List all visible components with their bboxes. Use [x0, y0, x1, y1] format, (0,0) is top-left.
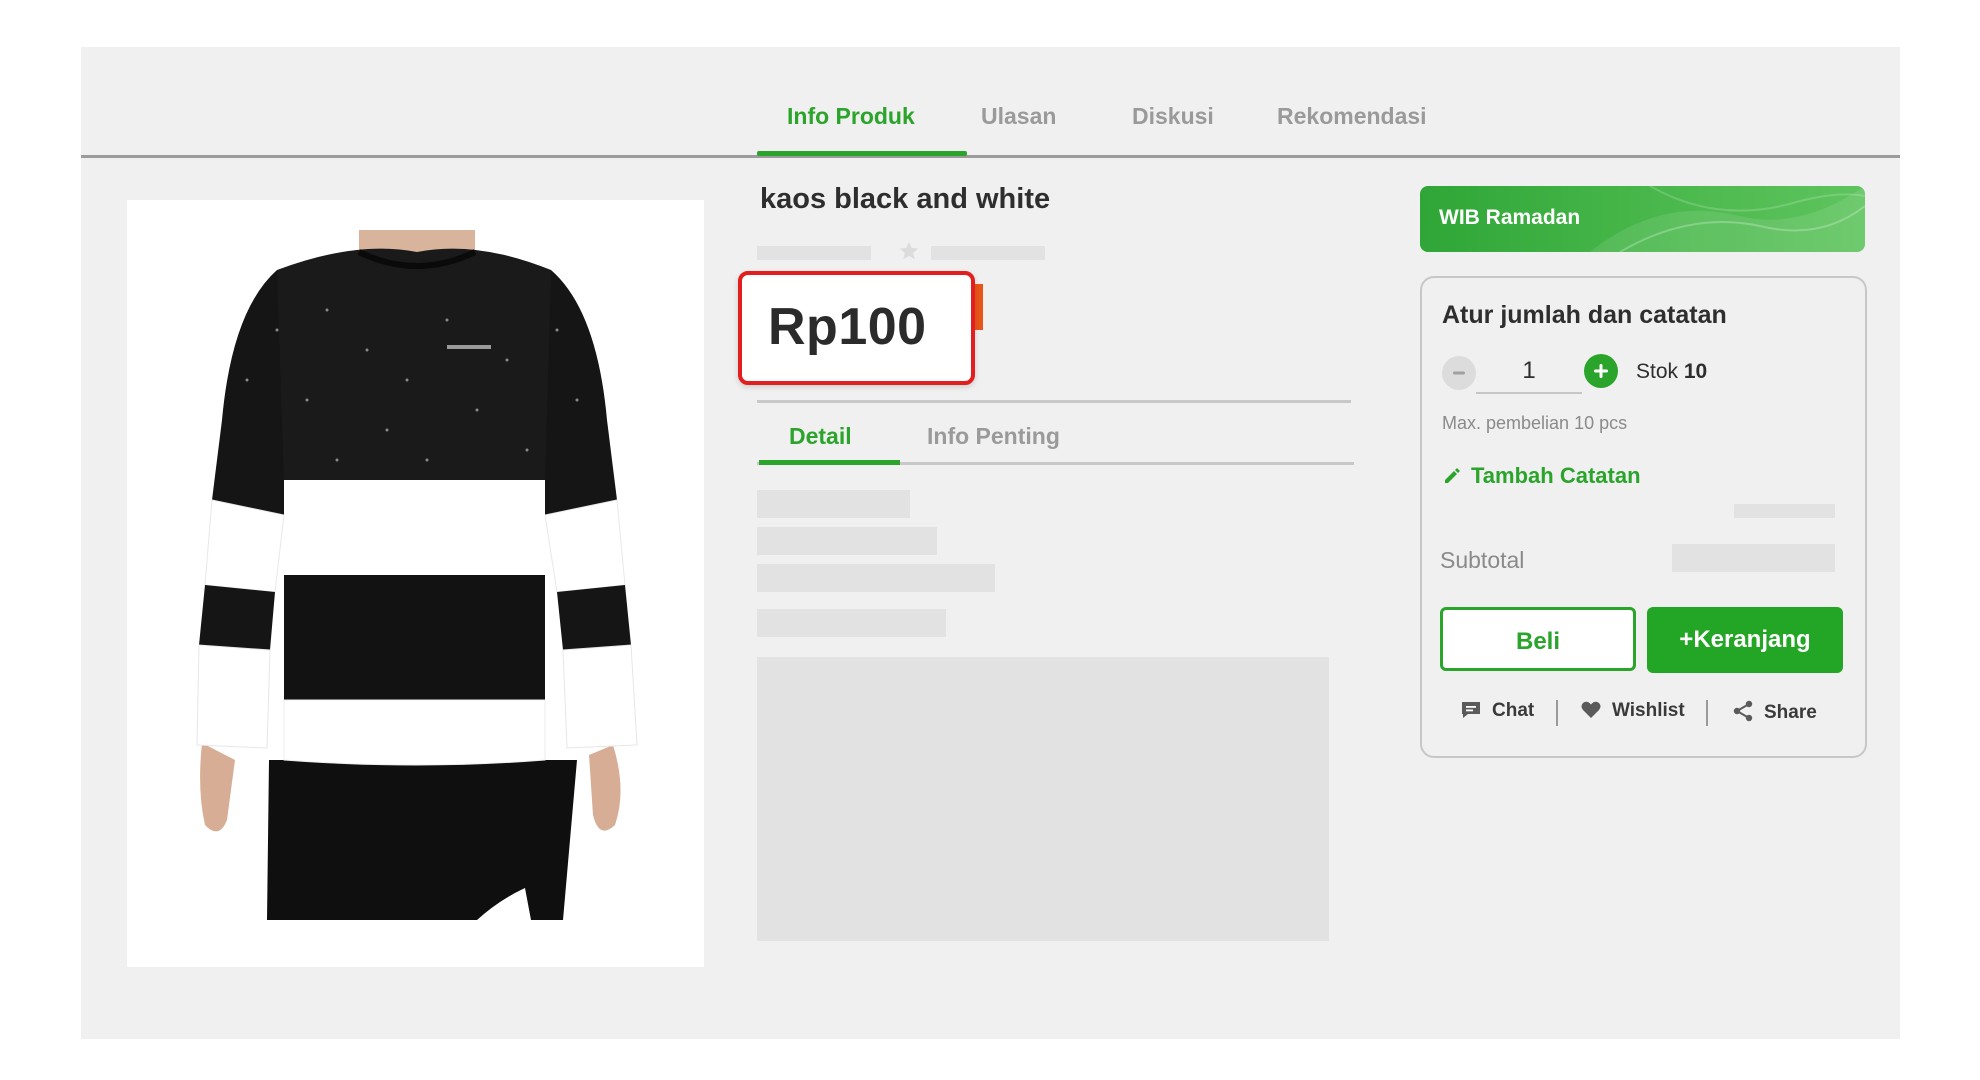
buy-button[interactable]: Beli: [1440, 607, 1636, 671]
promo-banner[interactable]: WIB Ramadan: [1420, 186, 1865, 252]
wishlist-button[interactable]: Wishlist: [1580, 700, 1685, 722]
increase-quantity-button[interactable]: [1584, 354, 1618, 388]
tab-info-produk[interactable]: Info Produk: [787, 103, 915, 130]
share-label: Share: [1764, 702, 1817, 723]
tab-detail[interactable]: Detail: [789, 423, 852, 450]
plus-icon: [1594, 364, 1608, 378]
heart-icon: [1581, 701, 1601, 718]
product-tabs: Info Produk Ulasan Diskusi Rekomendasi: [81, 47, 1900, 158]
description-skeleton-block: [757, 657, 1329, 941]
review-count-skeleton: [931, 246, 1045, 260]
chat-button[interactable]: Chat: [1460, 700, 1534, 722]
tab-diskusi[interactable]: Diskusi: [1132, 103, 1214, 130]
description-skeleton-line: [757, 527, 937, 555]
tab-rekomendasi[interactable]: Rekomendasi: [1277, 103, 1427, 130]
star-icon: [899, 241, 919, 260]
purchase-card: Atur jumlah dan catatan Stok 10 Max. pem…: [1420, 276, 1867, 758]
active-tab-indicator: [757, 151, 967, 156]
add-note-link[interactable]: Tambah Catatan: [1442, 463, 1641, 489]
add-note-label: Tambah Catatan: [1471, 463, 1641, 488]
tab-info-penting[interactable]: Info Penting: [927, 423, 1060, 450]
stock-info: Stok 10: [1636, 360, 1707, 384]
tab-divider: [81, 155, 1900, 158]
stock-count: 10: [1683, 360, 1708, 383]
description-skeleton-line: [757, 490, 910, 518]
add-to-cart-button[interactable]: +Keranjang: [1647, 607, 1843, 673]
page-frame: Info Produk Ulasan Diskusi Rekomendasi k…: [81, 47, 1900, 1039]
pencil-icon: [1445, 468, 1460, 483]
product-title: kaos black and white: [760, 183, 1051, 215]
action-row: Chat Wishlist Share: [1422, 700, 1865, 730]
minus-icon: [1453, 371, 1465, 375]
subtotal-label: Subtotal: [1440, 547, 1525, 573]
price-skeleton: [1734, 504, 1835, 518]
share-icon: [1733, 700, 1753, 722]
rating-skeleton: [757, 246, 871, 260]
wishlist-label: Wishlist: [1612, 700, 1685, 721]
promo-label: WIB Ramadan: [1439, 206, 1581, 229]
description-skeleton-line: [757, 609, 946, 637]
stock-label: Stok: [1636, 360, 1679, 383]
detail-tab-indicator: [759, 460, 900, 465]
max-purchase-text: Max. pembelian 10 pcs: [1442, 413, 1628, 433]
purchase-card-title: Atur jumlah dan catatan: [1442, 301, 1727, 329]
product-photo: [127, 200, 704, 967]
quantity-input[interactable]: [1476, 350, 1582, 394]
action-separator: [1706, 700, 1708, 726]
chat-icon: [1462, 702, 1480, 718]
price-highlight: Rp100: [738, 271, 975, 385]
action-separator: [1556, 700, 1558, 726]
share-button[interactable]: Share: [1732, 700, 1817, 724]
product-image[interactable]: [127, 200, 704, 967]
decrease-quantity-button[interactable]: [1442, 356, 1476, 390]
chat-label: Chat: [1492, 700, 1535, 721]
tab-ulasan[interactable]: Ulasan: [981, 103, 1056, 130]
divider: [757, 400, 1351, 403]
subtotal-skeleton: [1672, 544, 1835, 572]
description-skeleton-line: [757, 564, 995, 592]
product-price: Rp100: [768, 298, 927, 356]
